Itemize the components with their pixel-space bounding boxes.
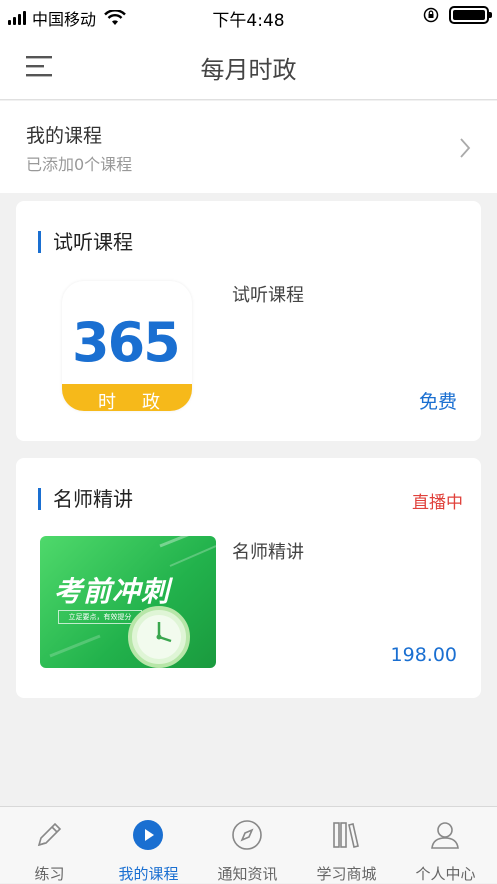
- live-badge: 直播中: [412, 493, 463, 513]
- thumb-number: 365: [72, 311, 181, 374]
- thumb-band: [62, 384, 192, 411]
- clock-icon: [128, 606, 190, 668]
- page-title: 每月时政: [200, 56, 297, 84]
- tab-label: 我的课程: [118, 865, 179, 883]
- my-course-row[interactable]: 我的课程 已添加0个课程: [0, 101, 497, 193]
- tab-label: 个人中心: [415, 865, 476, 883]
- teacher-section-title: 名师精讲: [38, 488, 133, 510]
- pencil-icon: [37, 822, 62, 847]
- status-right: [423, 6, 492, 24]
- teacher-course-card: 名师精讲 直播中 考前冲刺 立足要点，有效提分 名师精讲 198.00: [16, 458, 481, 698]
- books-icon: [333, 822, 359, 848]
- thumb-band-left: 时: [98, 392, 116, 411]
- trial-section-title: 试听课程: [38, 231, 133, 253]
- play-icon: [133, 820, 163, 850]
- chevron-right-icon: [460, 138, 471, 158]
- thumb-band-right: 政: [142, 392, 160, 411]
- battery-icon: [449, 6, 492, 24]
- teacher-course-price: 198.00: [390, 644, 457, 666]
- trial-course-card: 试听课程 365 时 政 试听课程 免费: [16, 201, 481, 441]
- trial-course-price: 免费: [418, 391, 457, 413]
- tab-label: 通知资讯: [217, 865, 278, 883]
- tab-store[interactable]: 学习商城: [297, 807, 396, 884]
- my-course-subtitle: 已添加0个课程: [26, 155, 133, 174]
- compass-icon: [232, 820, 262, 850]
- tab-my-course[interactable]: 我的课程: [99, 807, 198, 884]
- rotation-lock-icon: [423, 7, 439, 23]
- tab-practice[interactable]: 练习: [0, 807, 99, 884]
- tab-label: 学习商城: [316, 865, 377, 883]
- status-bar: 中国移动 下午4:48: [0, 0, 497, 32]
- navbar: 每月时政: [0, 32, 497, 100]
- tab-bar: 练习 我的课程 通知资讯 学习商城 个人中心: [0, 806, 497, 883]
- tab-profile[interactable]: 个人中心: [396, 807, 497, 884]
- teacher-course-name[interactable]: 名师精讲: [232, 538, 304, 564]
- tab-news[interactable]: 通知资讯: [198, 807, 297, 884]
- course-thumbnail-sprint[interactable]: 考前冲刺 立足要点，有效提分: [40, 536, 216, 668]
- tab-label: 练习: [34, 865, 65, 883]
- my-course-title: 我的课程: [26, 125, 103, 147]
- trial-course-name[interactable]: 试听课程: [232, 281, 304, 307]
- course-thumbnail-365[interactable]: 365 时 政: [62, 281, 192, 411]
- person-icon: [431, 822, 459, 849]
